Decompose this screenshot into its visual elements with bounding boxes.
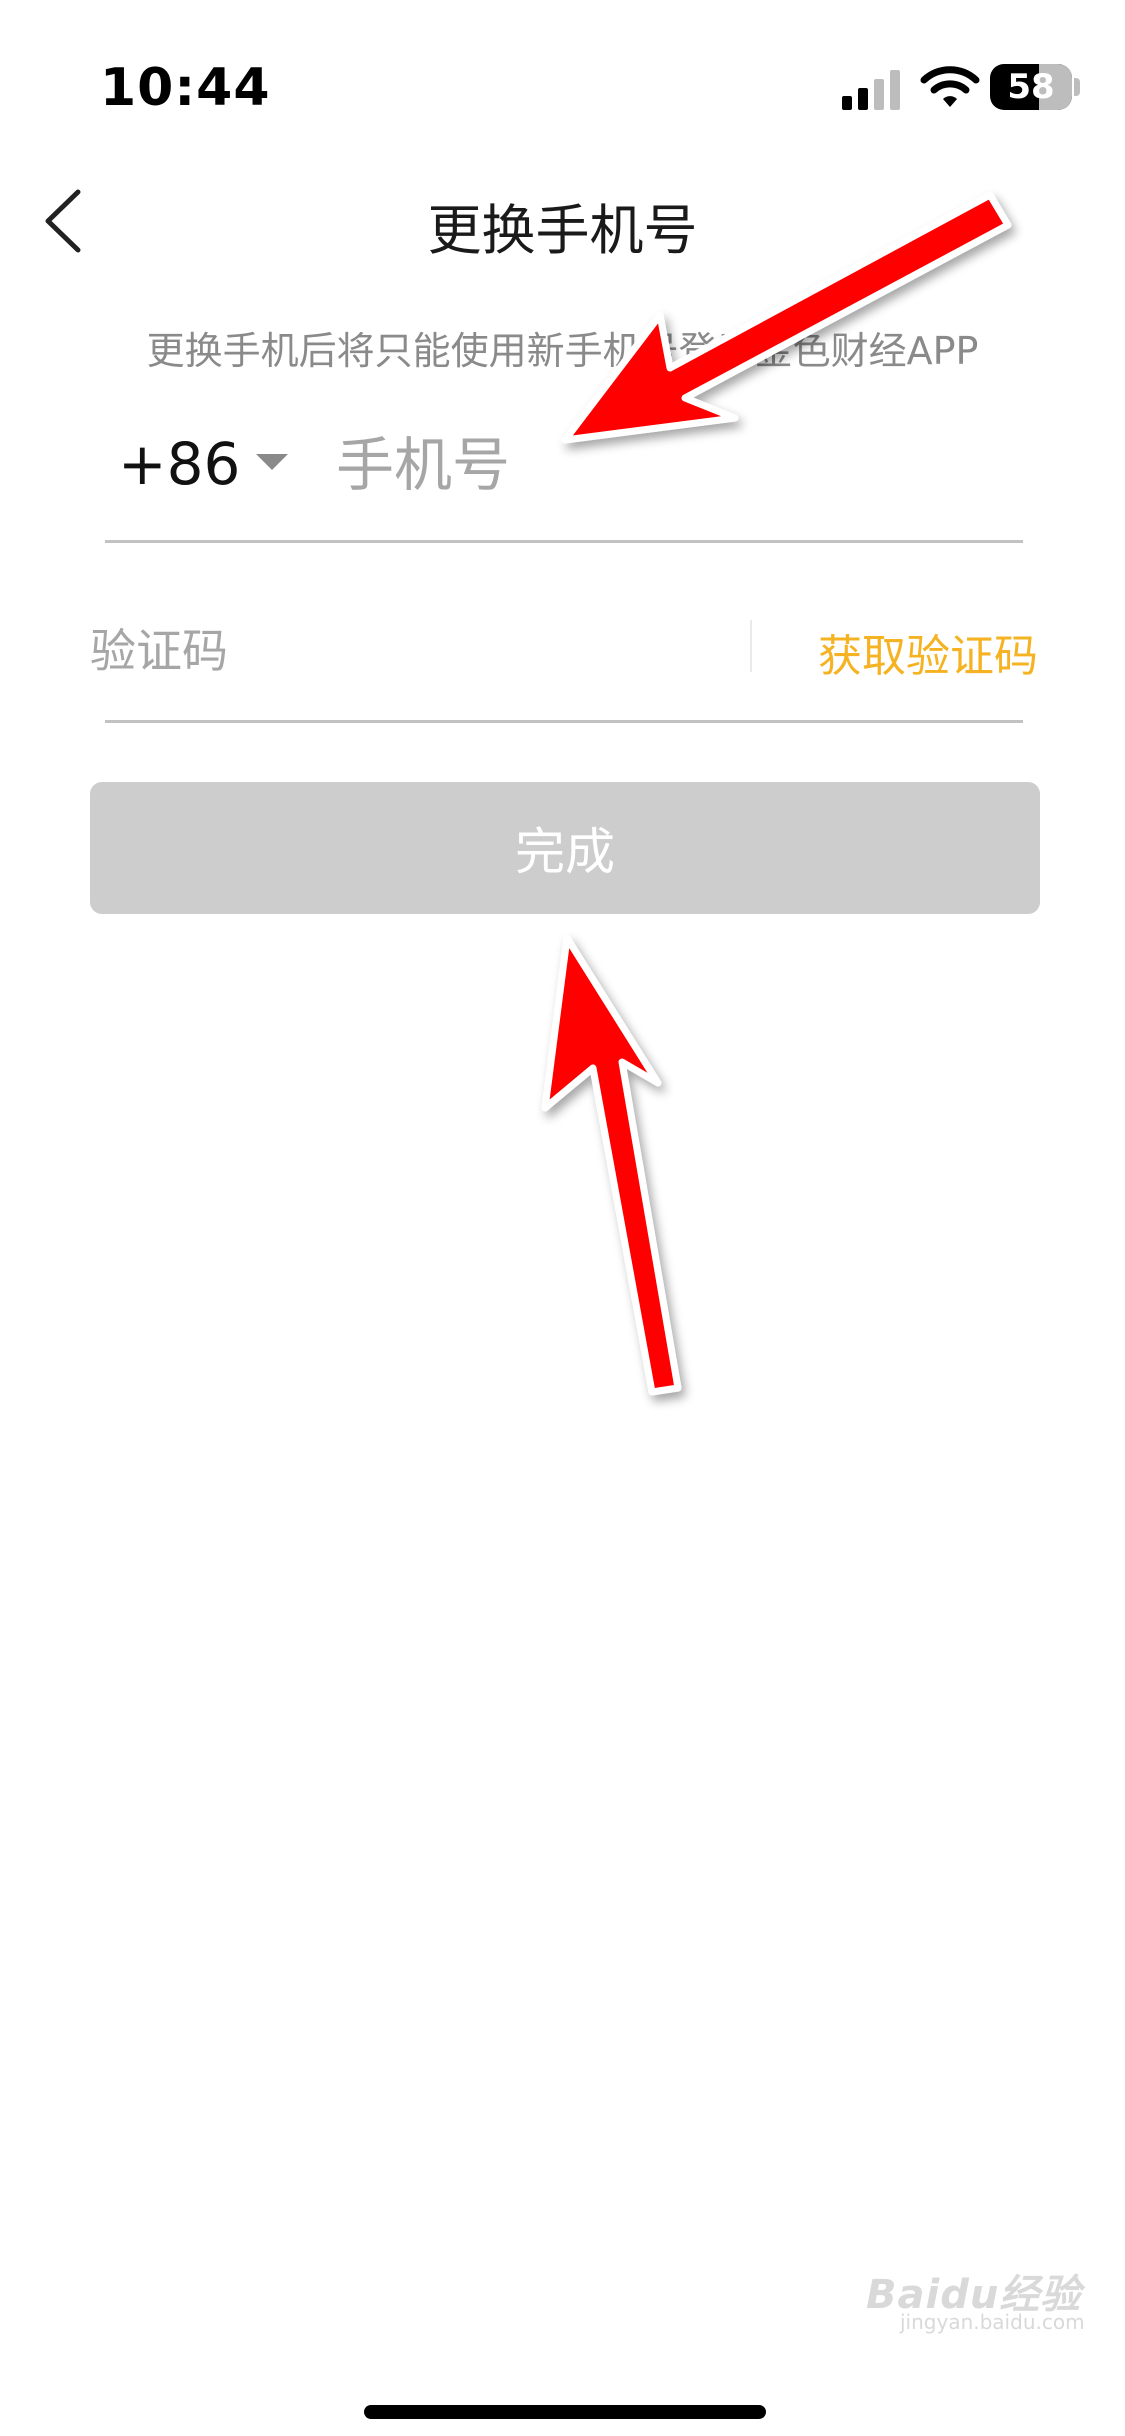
watermark-url: jingyan.baidu.com (900, 2310, 1085, 2334)
arrow-to-finish-button (541, 934, 682, 1396)
code-field-divider (105, 720, 1023, 723)
verification-code-input[interactable] (90, 608, 710, 694)
caret-down-icon[interactable] (256, 454, 288, 474)
code-field-separator (750, 620, 752, 672)
phone-field-divider (105, 540, 1023, 543)
change-phone-notice: 更换手机后将只能使用新手机号登录金色财经APP (146, 329, 979, 373)
wifi-icon (920, 66, 980, 107)
status-time: 10:44 (100, 58, 271, 118)
country-code-selector[interactable]: +86 (118, 430, 240, 498)
finish-button[interactable]: 完成 (90, 782, 1040, 914)
get-verification-code-button[interactable]: 获取验证码 (760, 620, 1038, 684)
page-title: 更换手机号 (427, 199, 698, 262)
battery-icon: 58 (990, 64, 1072, 110)
battery-tip (1074, 78, 1080, 96)
battery-level: 58 (1007, 67, 1055, 107)
cellular-signal-icon (842, 70, 900, 110)
home-indicator[interactable] (364, 2405, 766, 2419)
phone-number-input[interactable] (336, 420, 976, 510)
